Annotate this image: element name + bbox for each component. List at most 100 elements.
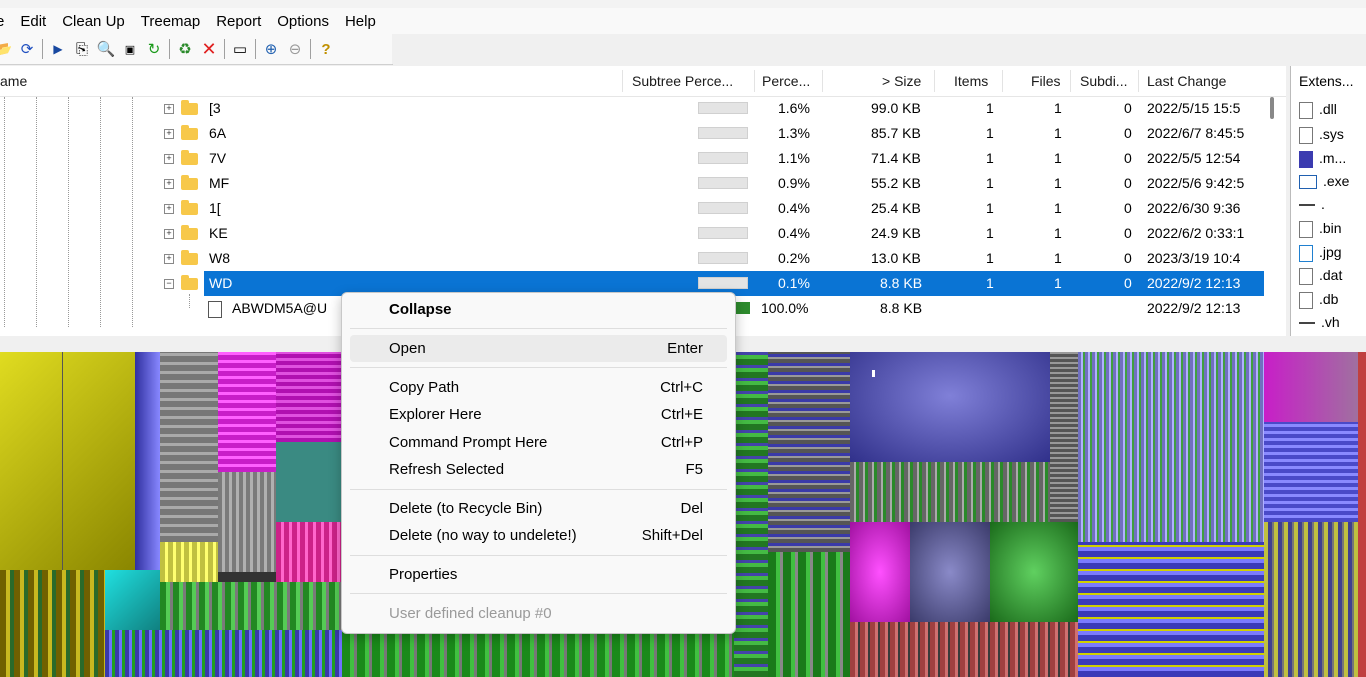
expand-icon[interactable]: + [164, 254, 174, 264]
treemap-block[interactable] [850, 352, 1050, 462]
expand-icon[interactable]: + [164, 179, 174, 189]
treemap-block[interactable] [768, 552, 850, 677]
menu-item-command-prompt[interactable]: Command Prompt Here Ctrl+P [350, 429, 727, 456]
extension-item[interactable]: .db [1299, 287, 1338, 311]
treemap-block[interactable] [1264, 422, 1358, 522]
menu-item-user-cleanup[interactable]: User defined cleanup #0 [350, 600, 727, 627]
treemap-block[interactable] [1078, 352, 1264, 542]
row-name: WD [209, 275, 233, 291]
delete-icon[interactable]: ✕ [198, 38, 220, 60]
recycle-bin-icon[interactable]: ♻ [174, 38, 196, 60]
copy-icon[interactable]: ⎘ [71, 38, 93, 60]
col-size[interactable]: > Size [882, 66, 921, 96]
row-last-change: 2022/9/2 12:13 [1147, 275, 1241, 291]
col-percent[interactable]: Perce... [762, 66, 810, 96]
treemap-block[interactable] [850, 522, 910, 622]
treemap-block[interactable] [160, 582, 342, 630]
treemap-block[interactable] [105, 570, 160, 630]
refresh-icon[interactable]: ↻ [143, 38, 165, 60]
menu-edit[interactable]: Edit [12, 13, 54, 30]
table-row[interactable]: + 6A 1.3% 85.7 KB 1 1 0 2022/6/7 8:45:5 [0, 121, 1264, 146]
col-files[interactable]: Files [1031, 66, 1061, 96]
explorer-icon[interactable]: 🔍 [95, 38, 117, 60]
table-row[interactable]: + 1[ 0.4% 25.4 KB 1 1 0 2022/6/30 9:36 [0, 196, 1264, 221]
menu-item-properties[interactable]: Properties [350, 561, 727, 588]
treemap-block[interactable] [160, 542, 218, 582]
zoom-in-icon[interactable]: ⊕ [260, 38, 282, 60]
menu-item-delete-permanent[interactable]: Delete (no way to undelete!) Shift+Del [350, 522, 727, 549]
command-prompt-icon[interactable]: ▣ [119, 38, 141, 60]
treemap-block[interactable] [850, 622, 1078, 677]
collapse-icon[interactable]: − [164, 279, 174, 289]
treemap-block[interactable] [1078, 542, 1264, 677]
extension-item[interactable]: .exe [1299, 169, 1349, 193]
treemap-block[interactable] [0, 570, 105, 677]
treemap-block[interactable] [342, 632, 734, 677]
table-row[interactable]: + W8 0.2% 13.0 KB 1 1 0 2023/3/19 10:4 [0, 246, 1264, 271]
open-icon[interactable]: 📂 [0, 38, 14, 60]
col-items[interactable]: Items [954, 66, 988, 96]
menu-item-explorer-here[interactable]: Explorer Here Ctrl+E [350, 401, 727, 428]
treemap-block[interactable] [850, 462, 1050, 522]
extension-item[interactable]: .vh [1299, 310, 1340, 334]
menu-item-refresh-selected[interactable]: Refresh Selected F5 [350, 456, 727, 483]
expand-icon[interactable]: + [164, 204, 174, 214]
menu-item-delete-recycle[interactable]: Delete (to Recycle Bin) Del [350, 495, 727, 522]
treemap-block[interactable] [276, 352, 342, 442]
vertical-scrollbar[interactable] [1270, 97, 1274, 119]
treemap-block[interactable] [734, 352, 768, 677]
row-last-change: 2022/6/2 0:33:1 [1147, 225, 1245, 241]
col-name[interactable]: ame [0, 66, 27, 96]
menu-cleanup[interactable]: Clean Up [54, 13, 133, 30]
extension-item[interactable]: .bin [1299, 216, 1342, 240]
zoom-out-icon[interactable]: ⊖ [284, 38, 306, 60]
row-name: ABWDM5A@U [232, 300, 328, 316]
table-row[interactable]: + [3 1.6% 99.0 KB 1 1 0 2022/5/15 15:5 [0, 96, 1264, 121]
row-last-change: 2022/9/2 12:13 [1147, 300, 1241, 316]
treemap-block[interactable] [276, 442, 342, 522]
expand-icon[interactable]: + [164, 129, 174, 139]
extension-item[interactable]: .m... [1299, 146, 1346, 170]
menu-options[interactable]: Options [269, 13, 337, 30]
extension-item[interactable]: .sys [1299, 122, 1344, 146]
menu-treemap[interactable]: Treemap [133, 13, 208, 30]
menu-file[interactable]: e [0, 13, 12, 30]
treemap-block[interactable] [910, 522, 990, 622]
play-icon[interactable]: ▶ [47, 38, 69, 60]
treemap-block[interactable] [1264, 352, 1358, 422]
treemap-block[interactable] [990, 522, 1078, 622]
treemap-block[interactable] [1264, 522, 1358, 677]
expand-icon[interactable]: + [164, 229, 174, 239]
menu-item-copy-path[interactable]: Copy Path Ctrl+C [350, 374, 727, 401]
table-row[interactable]: + KE 0.4% 24.9 KB 1 1 0 2022/6/2 0:33:1 [0, 221, 1264, 246]
treemap-block[interactable] [218, 472, 276, 572]
treemap-block[interactable] [276, 522, 342, 582]
expand-icon[interactable]: + [164, 104, 174, 114]
col-last-change[interactable]: Last Change [1147, 66, 1226, 96]
treemap-block[interactable] [135, 352, 160, 570]
menu-item-collapse[interactable]: Collapse [350, 296, 727, 323]
extension-item[interactable]: .dll [1299, 97, 1337, 121]
table-row[interactable]: + 7V 1.1% 71.4 KB 1 1 0 2022/5/5 12:54 [0, 146, 1264, 171]
treemap-block[interactable] [1050, 352, 1078, 522]
treemap-block[interactable] [105, 630, 342, 677]
menu-help[interactable]: Help [337, 13, 384, 30]
treemap-block[interactable] [160, 352, 218, 542]
treemap-block[interactable] [768, 352, 850, 552]
help-icon[interactable]: ? [315, 38, 337, 60]
refresh-all-icon[interactable]: ⟳ [16, 38, 38, 60]
table-row[interactable]: + MF 0.9% 55.2 KB 1 1 0 2022/5/6 9:42:5 [0, 171, 1264, 196]
col-extension[interactable]: Extens... [1299, 66, 1353, 96]
col-subdirs[interactable]: Subdi... [1080, 66, 1127, 96]
extension-item[interactable]: .jpg [1299, 240, 1342, 264]
treemap-block[interactable] [0, 352, 135, 570]
treemap-block[interactable] [1358, 352, 1366, 677]
extension-item[interactable]: . [1299, 192, 1325, 216]
extension-item[interactable]: .dat [1299, 263, 1342, 287]
col-subtree-percent[interactable]: Subtree Perce... [632, 66, 733, 96]
menu-item-open[interactable]: Open Enter [350, 335, 727, 362]
treemap-block[interactable] [218, 352, 276, 472]
menu-report[interactable]: Report [208, 13, 269, 30]
properties-icon[interactable]: ▭ [229, 38, 251, 60]
expand-icon[interactable]: + [164, 154, 174, 164]
